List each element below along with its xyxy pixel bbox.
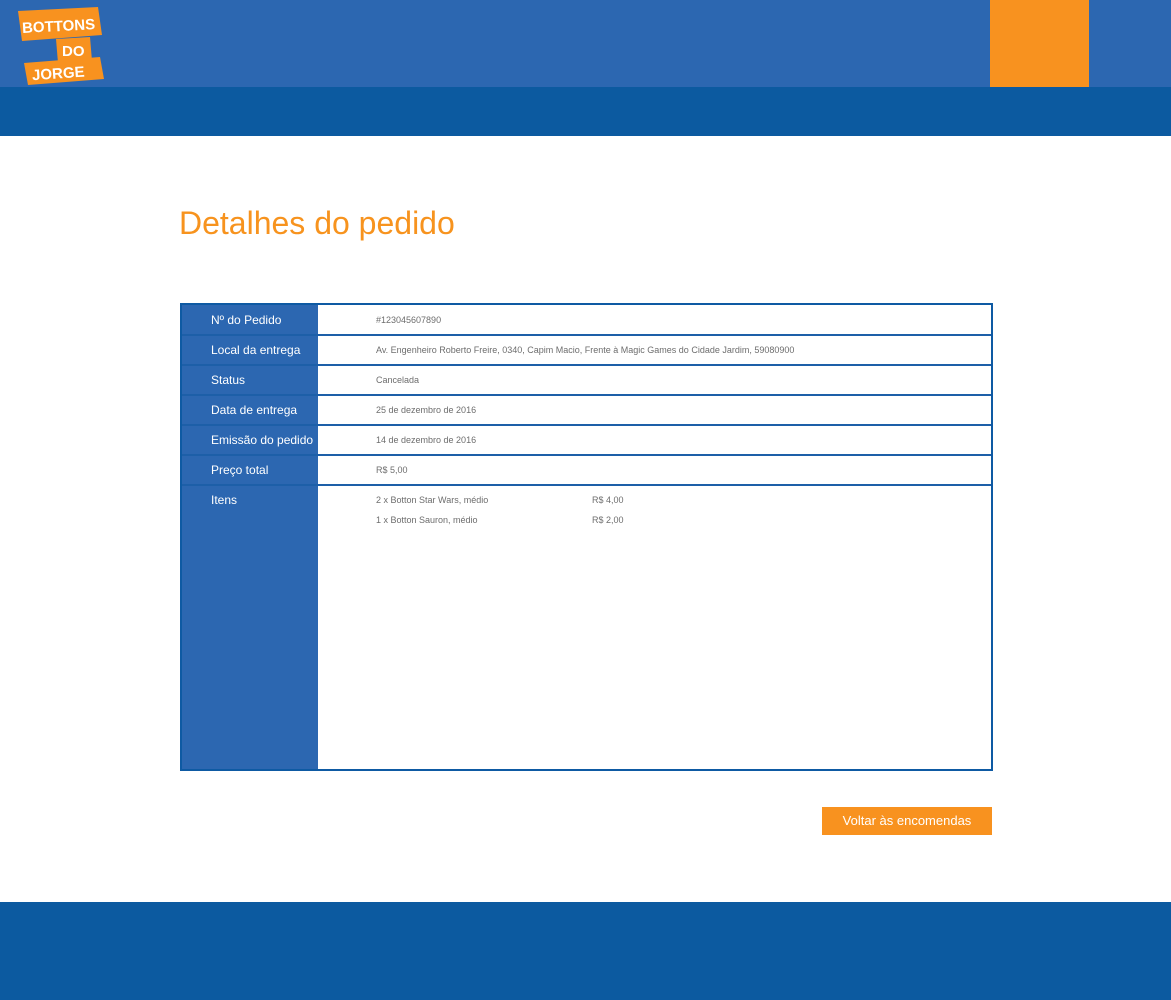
list-item: 1 x Botton Sauron, médio R$ 2,00	[376, 515, 624, 525]
row-items: Itens 2 x Botton Star Wars, médio R$ 4,0…	[182, 485, 991, 769]
row-label: Status	[211, 373, 246, 387]
row-delivery-date: Data de entrega 25 de dezembro de 2016	[182, 395, 991, 426]
order-number-value: #123045607890	[376, 315, 442, 325]
row-order-number: Nº do Pedido #123045607890	[182, 305, 991, 336]
row-label: Emissão do pedido	[211, 433, 314, 447]
delivery-address-value: Av. Engenheiro Roberto Freire, 0340, Cap…	[376, 345, 795, 355]
row-total-price: Preço total R$ 5,00	[182, 455, 991, 486]
footer	[0, 902, 1171, 1000]
page-title: Detalhes do pedido	[179, 205, 455, 241]
row-label: Itens	[211, 493, 238, 507]
row-label: Data de entrega	[211, 403, 298, 417]
back-to-orders-button[interactable]: Voltar às encomendas	[822, 807, 992, 835]
row-delivery-address: Local da entrega Av. Engenheiro Roberto …	[182, 335, 991, 366]
issue-date-value: 14 de dezembro de 2016	[376, 435, 477, 445]
delivery-date-value: 25 de dezembro de 2016	[376, 405, 477, 415]
row-label: Nº do Pedido	[211, 313, 282, 327]
bottons-do-jorge-logo[interactable]: BOTTONS DO JORGE	[14, 5, 106, 85]
item-name: 2 x Botton Star Wars, médio	[376, 495, 489, 505]
header-accent-block[interactable]	[990, 0, 1089, 87]
status-value: Cancelada	[376, 375, 420, 385]
item-name: 1 x Botton Sauron, médio	[376, 515, 478, 525]
row-label: Local da entrega	[211, 343, 301, 357]
nav-bar	[0, 87, 1171, 136]
row-status: Status Cancelada	[182, 365, 991, 396]
item-price: R$ 2,00	[592, 515, 624, 525]
total-price-value: R$ 5,00	[376, 465, 408, 475]
list-item: 2 x Botton Star Wars, médio R$ 4,00	[376, 495, 624, 505]
row-issue-date: Emissão do pedido 14 de dezembro de 2016	[182, 425, 991, 456]
logo-line-2: DO	[62, 43, 85, 60]
row-label: Preço total	[211, 463, 269, 477]
item-price: R$ 4,00	[592, 495, 624, 505]
order-details-table: Nº do Pedido #123045607890 Local da entr…	[180, 303, 993, 771]
